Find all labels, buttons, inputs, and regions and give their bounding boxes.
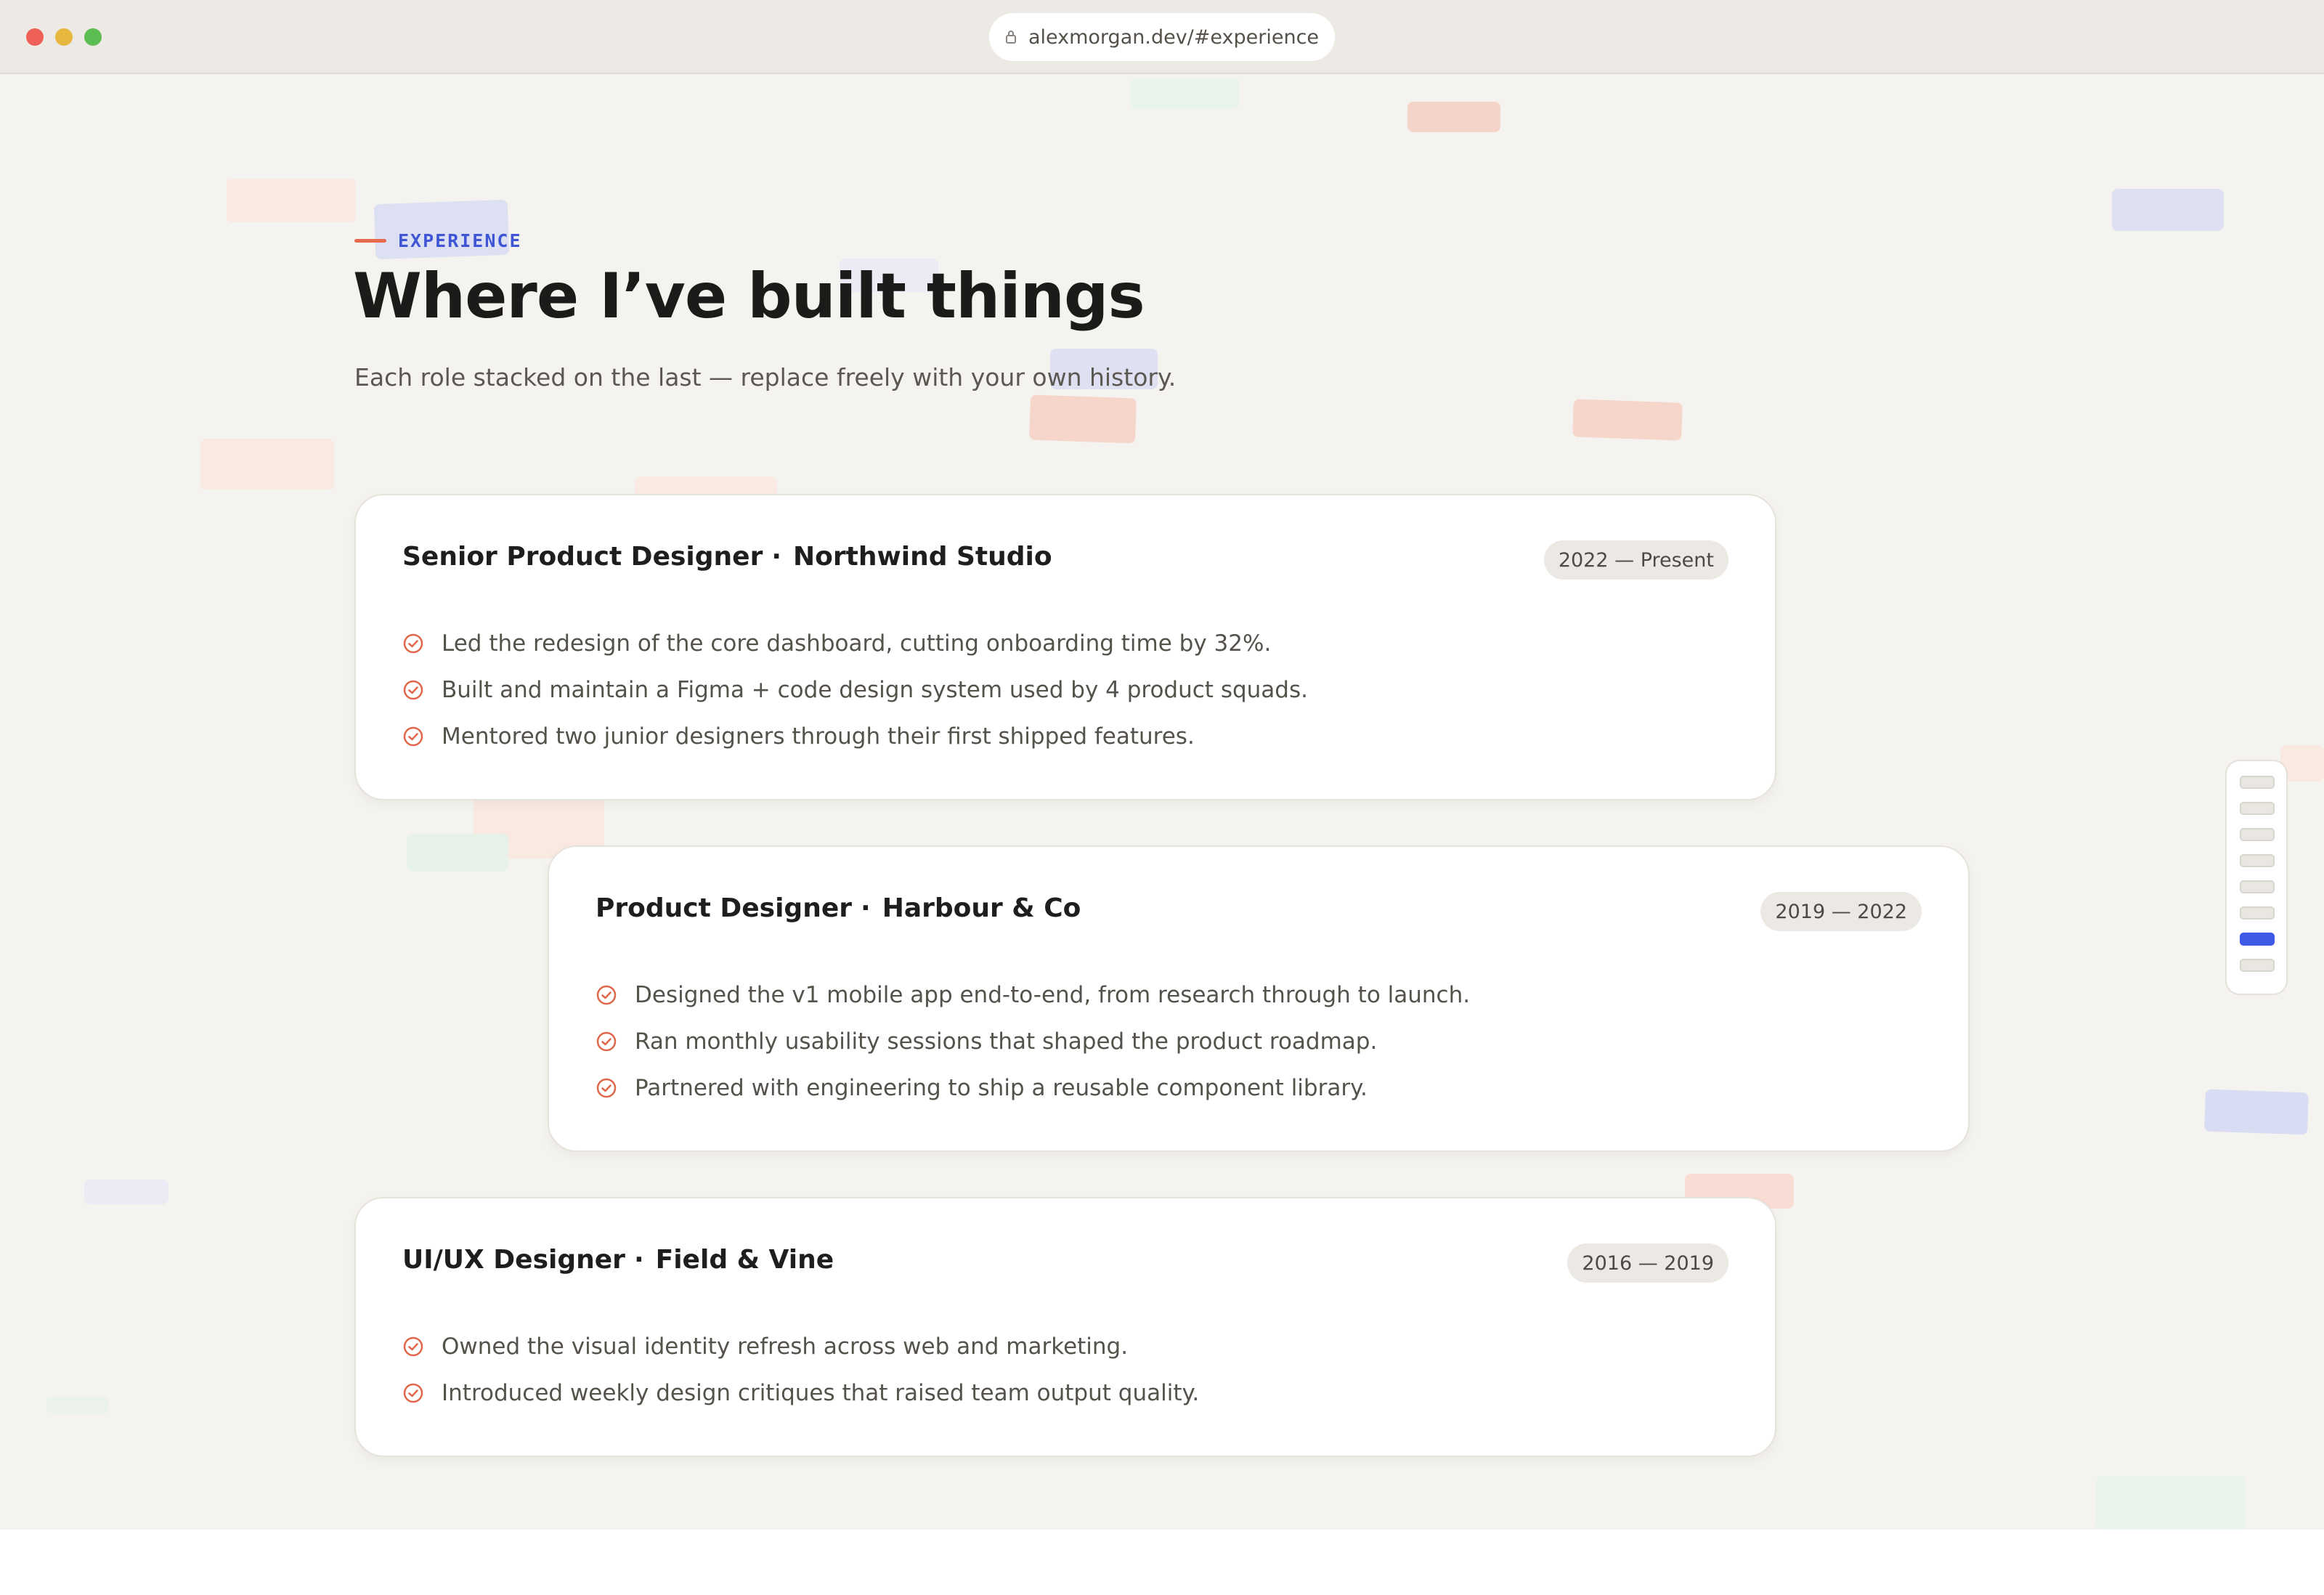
role-separator: · bbox=[861, 893, 871, 923]
page-bottom-strip bbox=[0, 1530, 2324, 1595]
section-eyebrow: EXPERIENCE bbox=[354, 230, 522, 251]
check-circle-icon bbox=[403, 726, 423, 747]
decorative-chip bbox=[2112, 189, 2224, 231]
eyebrow-line bbox=[354, 238, 386, 243]
section-nav-item-active[interactable] bbox=[2240, 933, 2275, 946]
achievement-item: Mentored two junior designers through th… bbox=[402, 713, 1308, 760]
experience-page: EXPERIENCE Where I’ve built things Each … bbox=[0, 74, 2324, 1530]
achievement-item: Ran monthly usability sessions that shap… bbox=[596, 1018, 1470, 1065]
section-nav-item[interactable] bbox=[2240, 854, 2275, 867]
company-name: Field & Vine bbox=[655, 1245, 834, 1275]
achievement-text: Owned the visual identity refresh across… bbox=[442, 1334, 1129, 1360]
achievement-item: Partnered with engineering to ship a reu… bbox=[596, 1065, 1470, 1111]
close-window-button[interactable] bbox=[26, 28, 44, 46]
decorative-chip bbox=[407, 834, 508, 872]
achievement-text: Mentored two junior designers through th… bbox=[442, 723, 1195, 750]
achievement-item: Owned the visual identity refresh across… bbox=[402, 1323, 1199, 1370]
achievement-text: Partnered with engineering to ship a reu… bbox=[635, 1075, 1368, 1101]
achievement-item: Designed the v1 mobile app end-to-end, f… bbox=[596, 972, 1470, 1018]
company-name: Harbour & Co bbox=[882, 893, 1081, 923]
section-nav-item[interactable] bbox=[2240, 906, 2275, 920]
section-nav-item[interactable] bbox=[2240, 802, 2275, 815]
decorative-chip bbox=[1572, 399, 1683, 441]
decorative-chip bbox=[1028, 394, 1137, 444]
decorative-chip bbox=[84, 1180, 168, 1204]
check-circle-icon bbox=[403, 1336, 423, 1357]
decorative-chip bbox=[200, 439, 334, 490]
date-range-badge: 2019 — 2022 bbox=[1760, 892, 1922, 931]
decorative-chip bbox=[46, 1396, 109, 1413]
role-title: Product Designer bbox=[596, 893, 852, 923]
section-nav-item[interactable] bbox=[2240, 959, 2275, 972]
achievement-list: Owned the visual identity refresh across… bbox=[402, 1323, 1199, 1416]
role-separator: · bbox=[771, 542, 782, 572]
decorative-chip bbox=[1130, 78, 1239, 109]
check-circle-icon bbox=[403, 680, 423, 700]
decorative-chip bbox=[227, 179, 356, 222]
role-heading: UI/UX Designer · Field & Vine bbox=[402, 1245, 834, 1275]
check-circle-icon bbox=[596, 985, 617, 1005]
section-nav-item[interactable] bbox=[2240, 776, 2275, 789]
lock-icon bbox=[1005, 31, 1016, 44]
decorative-chip bbox=[2096, 1476, 2246, 1530]
role-heading: Senior Product Designer · Northwind Stud… bbox=[402, 542, 1052, 572]
check-circle-icon bbox=[596, 1031, 617, 1052]
eyebrow-label: EXPERIENCE bbox=[398, 230, 522, 251]
section-nav-item[interactable] bbox=[2240, 880, 2275, 893]
browser-titlebar: alexmorgan.dev/#experience bbox=[0, 0, 2324, 74]
achievement-item: Built and maintain a Figma + code design… bbox=[402, 667, 1308, 713]
achievement-item: Introduced weekly design critiques that … bbox=[402, 1370, 1199, 1416]
date-range-badge: 2016 — 2019 bbox=[1567, 1243, 1728, 1283]
decorative-chip bbox=[1407, 102, 1500, 132]
achievement-text: Introduced weekly design critiques that … bbox=[442, 1380, 1200, 1406]
achievement-list: Designed the v1 mobile app end-to-end, f… bbox=[596, 972, 1470, 1111]
role-separator: · bbox=[633, 1245, 644, 1275]
check-circle-icon bbox=[403, 633, 423, 654]
experience-card-northwind: Senior Product Designer · Northwind Stud… bbox=[354, 494, 1776, 800]
experience-card-fieldvine: UI/UX Designer · Field & Vine 2016 — 201… bbox=[354, 1197, 1776, 1457]
achievement-text: Built and maintain a Figma + code design… bbox=[442, 677, 1308, 703]
section-nav-rail bbox=[2225, 760, 2288, 995]
minimize-window-button[interactable] bbox=[55, 28, 73, 46]
maximize-window-button[interactable] bbox=[84, 28, 102, 46]
achievement-item: Led the redesign of the core dashboard, … bbox=[402, 620, 1308, 667]
role-title: Senior Product Designer bbox=[402, 542, 763, 572]
section-nav-item[interactable] bbox=[2240, 828, 2275, 841]
date-range-badge: 2022 — Present bbox=[1543, 540, 1728, 580]
section-title: Where I’ve built things bbox=[353, 260, 1145, 333]
url-text: alexmorgan.dev/#experience bbox=[1028, 25, 1320, 49]
achievement-text: Designed the v1 mobile app end-to-end, f… bbox=[635, 982, 1471, 1008]
role-title: UI/UX Designer bbox=[402, 1245, 625, 1275]
check-circle-icon bbox=[403, 1383, 423, 1403]
company-name: Northwind Studio bbox=[793, 542, 1052, 572]
role-heading: Product Designer · Harbour & Co bbox=[596, 893, 1081, 923]
achievement-text: Led the redesign of the core dashboard, … bbox=[442, 630, 1272, 657]
experience-card-harbour: Product Designer · Harbour & Co 2019 — 2… bbox=[548, 845, 1970, 1152]
decorative-chip bbox=[2204, 1089, 2309, 1135]
section-subtitle: Each role stacked on the last — replace … bbox=[354, 363, 1177, 391]
check-circle-icon bbox=[596, 1078, 617, 1098]
achievement-text: Ran monthly usability sessions that shap… bbox=[635, 1028, 1378, 1055]
address-bar[interactable]: alexmorgan.dev/#experience bbox=[989, 13, 1335, 61]
achievement-list: Led the redesign of the core dashboard, … bbox=[402, 620, 1308, 760]
